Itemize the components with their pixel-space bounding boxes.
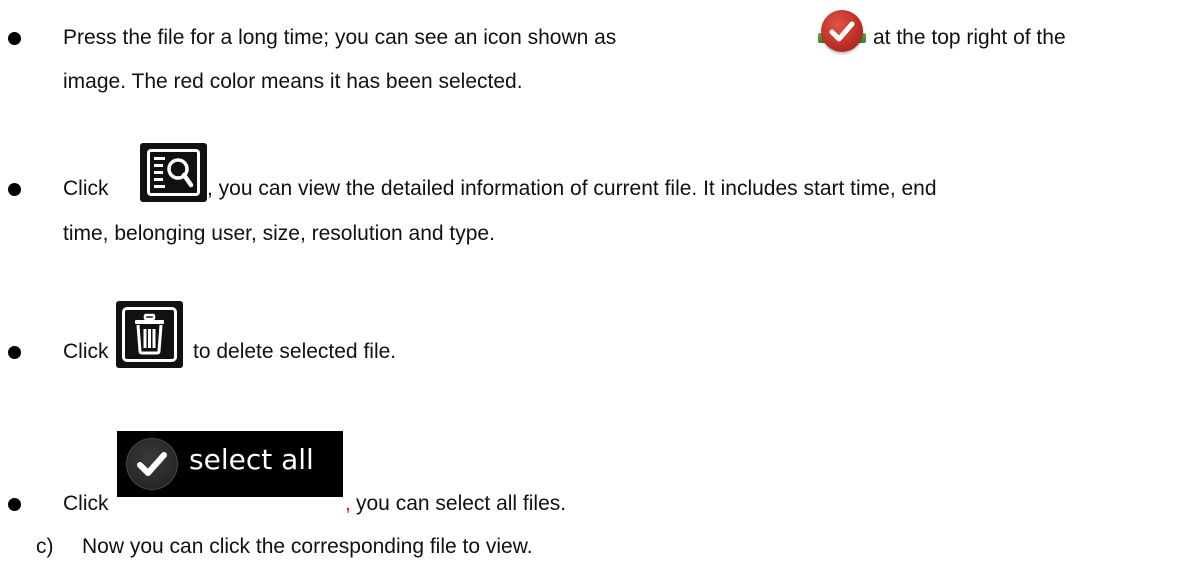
trash-icon-frame (122, 307, 177, 362)
bullet-4 (8, 498, 21, 511)
item-2-line-2-text: time, belonging user, size, resolution a… (63, 222, 495, 245)
item-1-line-2-text: image. The red color means it has been s… (63, 70, 523, 93)
item-2-line-1-text-a: Click (63, 177, 109, 200)
item-2-line-1-text-b: , you can view the detailed information … (207, 177, 937, 200)
select-all-circle (126, 438, 178, 490)
select-all-button[interactable]: select all (117, 431, 343, 497)
detail-icon-frame (147, 149, 200, 196)
item-4-text-a: Click (63, 492, 109, 515)
detail-search-icon[interactable] (140, 143, 207, 202)
red-check-badge-icon (821, 10, 863, 52)
item-1-line-1-text-a: Press the file for a long time; you can … (63, 26, 617, 49)
step-marker: c) (36, 535, 54, 558)
item-4-red-comma: , (345, 492, 351, 515)
select-all-label: select all (189, 443, 314, 476)
item-4-text-b: you can select all files. (356, 492, 567, 515)
bullet-3 (8, 346, 21, 359)
trash-icon[interactable] (116, 301, 183, 368)
step-text: Now you can click the corresponding file… (82, 535, 533, 558)
checkmark-icon (137, 452, 167, 476)
bullet-2 (8, 183, 21, 196)
item-3-text-b: to delete selected file. (193, 340, 397, 363)
item-3-text-a: Click (63, 340, 109, 363)
bullet-1 (8, 32, 21, 45)
item-1-line-1-text-b: at the top right of the (873, 26, 1066, 49)
